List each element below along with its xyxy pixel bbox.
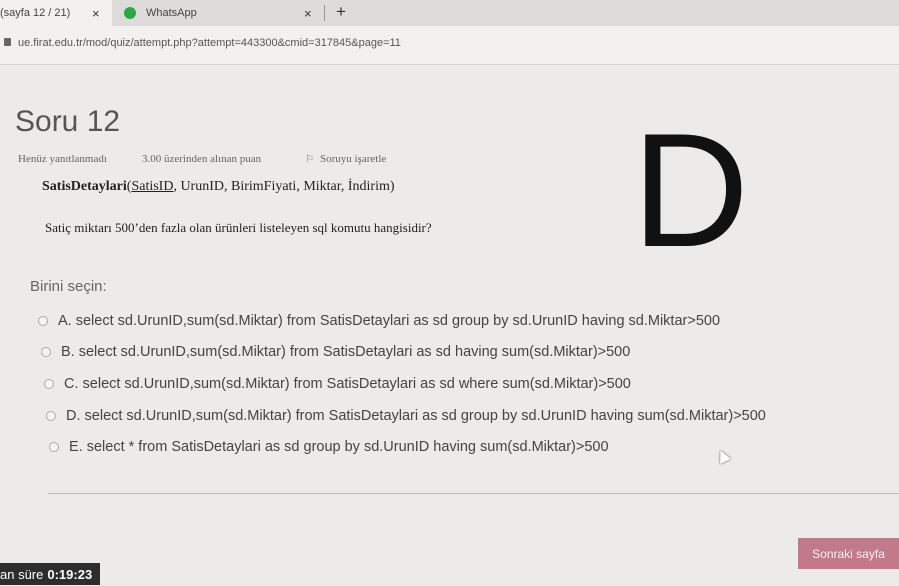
schema-primary-key: SatisID [131,179,174,194]
option-label: B. select sd.UrunID,sum(sd.Miktar) from … [61,344,631,360]
radio-icon[interactable] [49,442,59,452]
table-schema: SatisDetaylari(SatisID, UrunID, BirimFiy… [42,179,395,195]
radio-icon[interactable] [38,316,48,326]
radio-icon[interactable] [46,411,56,421]
option-e[interactable]: E. select * from SatisDetaylari as sd gr… [49,439,609,455]
option-a[interactable]: A. select sd.UrunID,sum(sd.Miktar) from … [38,313,720,329]
timer-value: 0:19:23 [47,566,93,582]
tab-title: (sayfa 12 / 21) [0,7,71,19]
next-page-button[interactable]: Sonraki sayfa [798,538,899,569]
question-points: 3.00 üzerinden alınan puan [142,153,262,165]
option-c[interactable]: C. select sd.UrunID,sum(sd.Miktar) from … [44,376,631,392]
schema-columns: , UrunID, BirimFiyati, Miktar, İndirim) [173,179,395,194]
divider [48,493,899,494]
tab-separator [324,5,325,21]
close-icon[interactable]: × [92,6,100,21]
handwritten-answer: D [632,100,749,281]
tab-bar: (sayfa 12 / 21) × WhatsApp × + [0,0,899,26]
option-d[interactable]: D. select sd.UrunID,sum(sd.Miktar) from … [46,408,766,424]
cursor-icon [715,448,731,464]
quiz-content: Soru 12 Henüz yanıtlanmadı 3.00 üzerinde… [0,65,899,586]
lock-icon [4,38,11,46]
new-tab-button[interactable]: + [336,2,346,22]
address-bar[interactable]: ue.firat.edu.tr/mod/quiz/attempt.php?att… [0,26,899,65]
option-label: C. select sd.UrunID,sum(sd.Miktar) from … [64,376,631,392]
page-title: Soru 12 [15,105,121,138]
flag-label: Soruyu işaretle [319,153,387,165]
tab-whatsapp[interactable]: WhatsApp × [112,0,328,26]
timer-badge: an süre 0:19:23 [0,563,101,585]
flag-icon: ⚐ [305,153,314,165]
option-b[interactable]: B. select sd.UrunID,sum(sd.Miktar) from … [41,344,630,360]
url-text[interactable]: ue.firat.edu.tr/mod/quiz/attempt.php?att… [18,37,401,49]
question-text: Satiç miktarı 500’den fazla olan ürünler… [45,220,432,235]
flag-question-link[interactable]: ⚐ Soruyu işaretle [305,153,386,165]
whatsapp-icon [124,7,136,19]
close-icon[interactable]: × [304,6,312,21]
radio-icon[interactable] [44,379,54,389]
tab-title: WhatsApp [146,7,197,19]
option-label: A. select sd.UrunID,sum(sd.Miktar) from … [58,313,721,329]
tab-quiz[interactable]: (sayfa 12 / 21) × [0,0,112,26]
schema-table-name: SatisDetaylari [42,179,127,194]
option-label: E. select * from SatisDetaylari as sd gr… [69,439,609,455]
answer-prompt: Birini seçin: [30,278,107,295]
radio-icon[interactable] [41,347,51,357]
option-label: D. select sd.UrunID,sum(sd.Miktar) from … [66,408,766,424]
question-status: Henüz yanıtlanmadı [18,153,107,165]
timer-label: an süre [0,566,44,582]
